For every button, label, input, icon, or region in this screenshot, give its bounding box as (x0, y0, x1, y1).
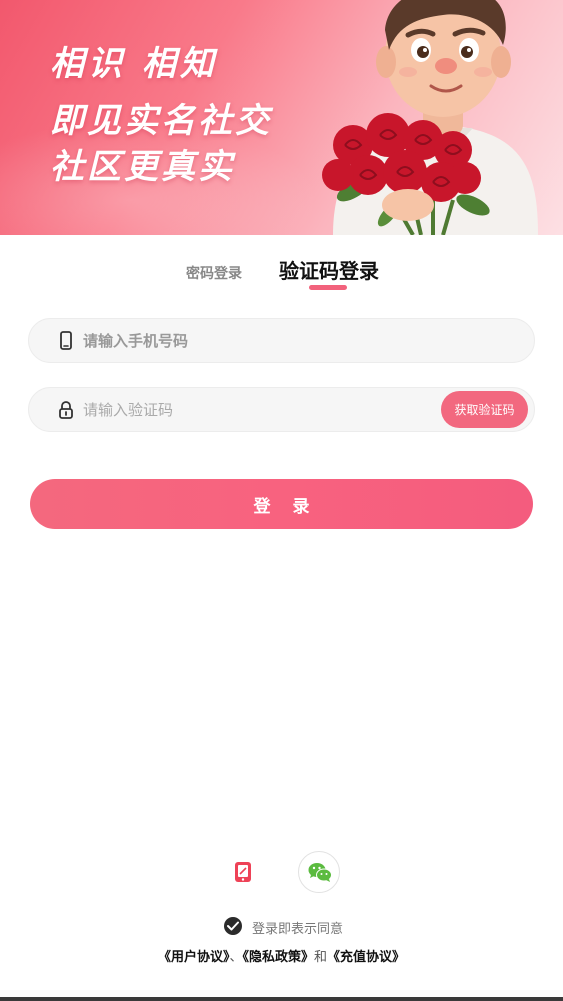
agreement-links: 《用户协议》、《隐私政策》和《充值协议》 (0, 946, 563, 965)
man-with-roses-illustration (322, 0, 538, 235)
privacy-policy-link[interactable]: 《隐私政策》 (242, 950, 314, 965)
phone-field (28, 318, 535, 363)
active-tab-indicator (309, 285, 347, 290)
agreement-prefix: 登录即表示同意 (252, 922, 344, 937)
agreement-checkbox[interactable] (224, 917, 242, 935)
slogan-line-2: 即见实名社交 (50, 101, 272, 141)
tab-code-login[interactable]: 验证码登录 (279, 255, 379, 284)
recharge-agreement-link[interactable]: 《充值协议》 (327, 950, 405, 965)
wechat-login-button[interactable] (298, 851, 340, 893)
mobile-phone-icon (60, 331, 72, 350)
get-code-button[interactable]: 获取验证码 (441, 391, 528, 428)
bottom-edge (0, 997, 563, 1001)
phone-input[interactable] (83, 319, 443, 362)
separator: 、 (229, 950, 243, 965)
login-button[interactable]: 登录 (30, 479, 533, 529)
agreement-row: 登录即表示同意 (0, 917, 563, 937)
login-tabs: 密码登录 验证码登录 (0, 252, 563, 296)
lock-icon (59, 401, 73, 419)
tab-password-login[interactable]: 密码登录 (186, 263, 242, 283)
alternative-login (0, 851, 563, 893)
phone-login-icon[interactable] (233, 861, 253, 883)
user-agreement-link[interactable]: 《用户协议》 (158, 950, 230, 965)
slogan-line-3: 社区更真实 (50, 147, 235, 187)
banner-slogan: 相识 相知 即见实名社交 社区更真实 (50, 40, 272, 190)
check-icon (227, 921, 239, 931)
hero-banner: 相识 相知 即见实名社交 社区更真实 (0, 0, 563, 235)
wechat-icon (308, 863, 332, 882)
verification-code-input[interactable] (83, 388, 443, 431)
verification-code-field: 获取验证码 (28, 387, 535, 432)
slogan-line-1: 相识 相知 (50, 44, 218, 84)
and-text: 和 (314, 950, 328, 965)
